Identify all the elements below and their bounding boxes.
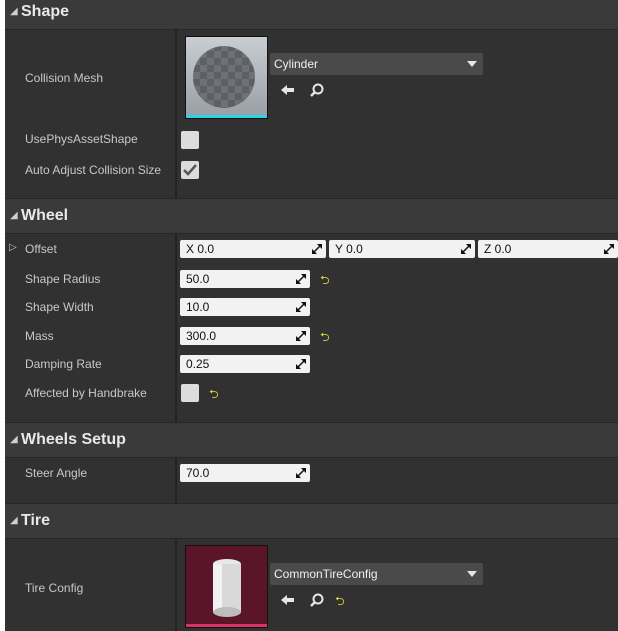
section-wheel-title: Wheel bbox=[21, 207, 69, 224]
offset-x-value: X 0.0 bbox=[186, 242, 215, 256]
browse-search-icon[interactable] bbox=[309, 82, 325, 98]
steer-angle-value: 70.0 bbox=[186, 466, 210, 480]
steer-angle-label: Steer Angle bbox=[25, 466, 88, 480]
drag-handle-icon[interactable] bbox=[296, 359, 306, 369]
section-wheels-setup-header[interactable]: ◢ Wheels Setup bbox=[5, 422, 618, 458]
drag-handle-icon[interactable] bbox=[604, 244, 614, 254]
use-phys-asset-shape-label: UsePhysAssetShape bbox=[25, 132, 138, 146]
affected-by-handbrake-checkbox[interactable] bbox=[181, 384, 199, 402]
collision-mesh-label: Collision Mesh bbox=[25, 71, 104, 85]
collapse-triangle-icon[interactable]: ◢ bbox=[10, 6, 18, 17]
auto-adjust-collision-checkbox[interactable] bbox=[181, 161, 199, 179]
section-wheel-header[interactable]: ◢ Wheel bbox=[5, 198, 618, 234]
tire-config-thumbnail[interactable] bbox=[185, 545, 268, 628]
shape-width-field[interactable]: 10.0 bbox=[180, 298, 310, 316]
offset-z-value: Z 0.0 bbox=[484, 242, 512, 256]
dropdown-arrow-icon bbox=[467, 571, 477, 577]
reset-to-default-icon[interactable]: ⮌ bbox=[320, 271, 330, 292]
checkmark-icon bbox=[183, 164, 197, 176]
drag-handle-icon[interactable] bbox=[296, 468, 306, 478]
steer-angle-field[interactable]: 70.0 bbox=[180, 464, 310, 482]
mass-field[interactable]: 300.0 bbox=[180, 327, 310, 345]
collapse-triangle-icon[interactable]: ◢ bbox=[10, 515, 18, 526]
section-tire-title: Tire bbox=[21, 512, 51, 529]
offset-z-field[interactable]: Z 0.0 bbox=[478, 240, 618, 258]
auto-adjust-collision-label: Auto Adjust Collision Size bbox=[25, 163, 162, 177]
use-selected-arrow-icon[interactable] bbox=[280, 82, 296, 98]
shape-width-label: Shape Width bbox=[25, 300, 94, 314]
mesh-underline bbox=[186, 115, 267, 118]
section-shape-header[interactable]: ◢ Shape bbox=[5, 0, 618, 30]
shape-width-value: 10.0 bbox=[186, 300, 210, 314]
mass-label: Mass bbox=[25, 329, 54, 343]
offset-label: Offset bbox=[25, 242, 57, 256]
reset-to-default-icon[interactable]: ⮌ bbox=[335, 592, 345, 613]
drag-handle-icon[interactable] bbox=[461, 244, 471, 254]
collapse-triangle-icon[interactable]: ◢ bbox=[10, 434, 18, 445]
drag-handle-icon[interactable] bbox=[312, 244, 322, 254]
collision-mesh-dropdown[interactable]: Cylinder bbox=[270, 53, 483, 75]
section-shape-title: Shape bbox=[21, 3, 70, 20]
shape-radius-field[interactable]: 50.0 bbox=[180, 270, 310, 288]
tire-underline bbox=[186, 624, 267, 627]
use-phys-asset-shape-checkbox[interactable] bbox=[181, 131, 199, 149]
expand-triangle-icon[interactable]: ▷ bbox=[9, 242, 17, 253]
collision-mesh-thumbnail[interactable] bbox=[185, 36, 268, 119]
dropdown-arrow-icon bbox=[467, 61, 477, 67]
collision-mesh-value: Cylinder bbox=[274, 57, 319, 71]
drag-handle-icon[interactable] bbox=[296, 274, 306, 284]
drag-handle-icon[interactable] bbox=[296, 331, 306, 341]
damping-rate-value: 0.25 bbox=[186, 357, 210, 371]
collapse-triangle-icon[interactable]: ◢ bbox=[10, 210, 18, 221]
section-wheels-setup-title: Wheels Setup bbox=[21, 431, 126, 448]
mass-value: 300.0 bbox=[186, 329, 217, 343]
reset-to-default-icon[interactable]: ⮌ bbox=[209, 385, 219, 406]
damping-rate-field[interactable]: 0.25 bbox=[180, 355, 310, 373]
shape-radius-label: Shape Radius bbox=[25, 272, 101, 286]
browse-search-icon[interactable] bbox=[309, 592, 325, 608]
use-selected-arrow-icon[interactable] bbox=[280, 592, 296, 608]
section-tire-header[interactable]: ◢ Tire bbox=[5, 503, 618, 539]
cylinder-preview-icon bbox=[186, 37, 267, 118]
drag-handle-icon[interactable] bbox=[296, 302, 306, 312]
offset-y-value: Y 0.0 bbox=[335, 242, 363, 256]
shape-radius-value: 50.0 bbox=[186, 272, 210, 286]
affected-by-handbrake-label: Affected by Handbrake bbox=[25, 386, 147, 400]
damping-rate-label: Damping Rate bbox=[25, 357, 102, 371]
details-panel: ◢ Shape Collision Mesh Cylinder UsePhysA… bbox=[5, 0, 618, 631]
offset-x-field[interactable]: X 0.0 bbox=[180, 240, 326, 258]
offset-y-field[interactable]: Y 0.0 bbox=[329, 240, 475, 258]
reset-to-default-icon[interactable]: ⮌ bbox=[320, 328, 330, 349]
tire-config-preview-icon bbox=[186, 546, 267, 627]
tire-config-dropdown[interactable]: CommonTireConfig bbox=[270, 563, 483, 585]
tire-config-value: CommonTireConfig bbox=[274, 567, 378, 581]
tire-config-label: Tire Config bbox=[25, 581, 84, 595]
